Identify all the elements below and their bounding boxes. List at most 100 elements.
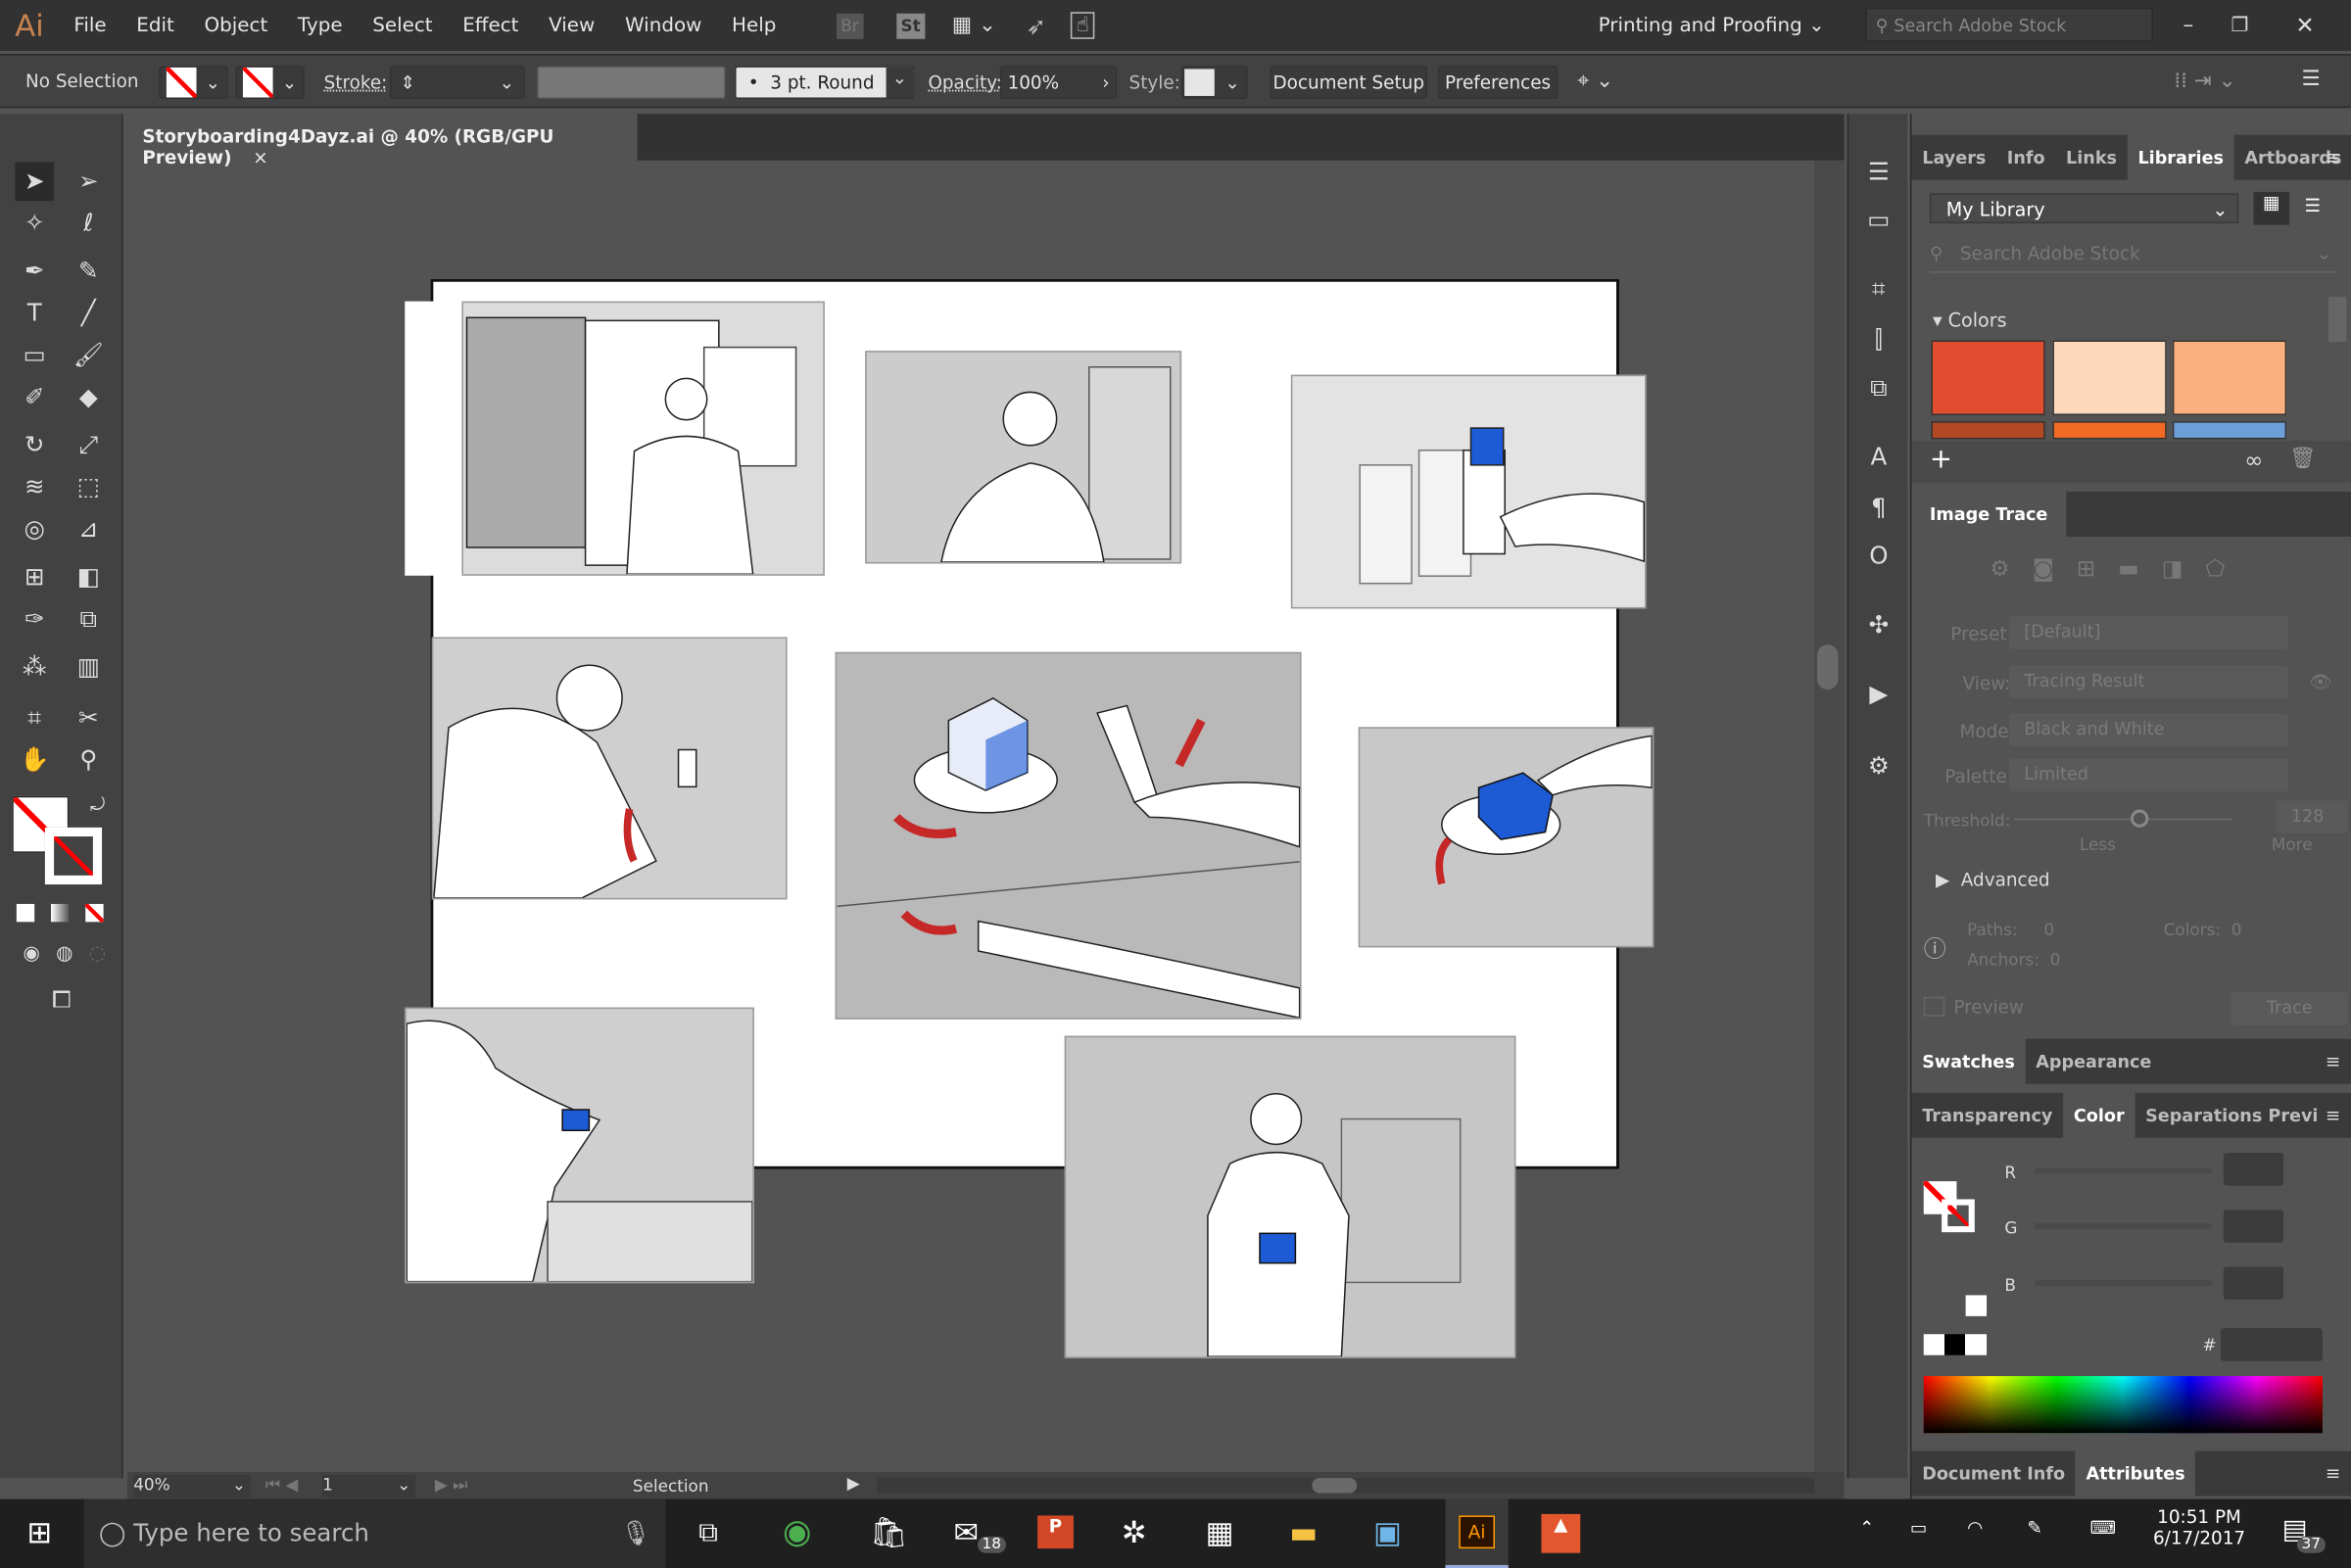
graphic-style-dropdown[interactable]: ⌄ bbox=[1181, 66, 1248, 100]
menu-view[interactable]: View bbox=[534, 15, 610, 37]
zoom-dropdown[interactable]: 40% ⌄ bbox=[133, 1475, 251, 1498]
bridge-button[interactable]: Br bbox=[836, 13, 864, 39]
actions-panel-icon[interactable]: ▶ bbox=[1859, 675, 1898, 714]
none-black-white-swatches[interactable] bbox=[1923, 1334, 1988, 1355]
mail-icon[interactable]: ✉ bbox=[953, 1514, 979, 1550]
library-color-swatch[interactable] bbox=[2052, 340, 2167, 415]
shape-builder-tool-icon[interactable]: ◎ bbox=[15, 509, 54, 548]
app-icon[interactable]: ▲ bbox=[1541, 1513, 1581, 1553]
photos-icon[interactable]: ▣ bbox=[1373, 1514, 1402, 1550]
panel-menu-icon[interactable]: ≡ bbox=[2326, 147, 2340, 167]
library-scrollbar[interactable] bbox=[2328, 297, 2347, 342]
gradient-panel-icon[interactable]: ▭ bbox=[1859, 201, 1898, 240]
g-value-field[interactable] bbox=[2223, 1210, 2284, 1243]
curvature-tool-icon[interactable]: ✎ bbox=[69, 252, 108, 291]
keyboard-icon[interactable]: ⌨ bbox=[2090, 1517, 2117, 1538]
r-slider[interactable] bbox=[2035, 1167, 2212, 1174]
color-spectrum[interactable] bbox=[1923, 1376, 2323, 1434]
tab-color[interactable]: Color bbox=[2063, 1092, 2135, 1138]
scale-tool-icon[interactable]: ⤢ bbox=[69, 426, 108, 465]
slice-tool-icon[interactable]: ✂ bbox=[69, 698, 108, 737]
menu-object[interactable]: Object bbox=[189, 15, 282, 37]
task-view-icon[interactable]: ⧉ bbox=[698, 1517, 718, 1548]
storyboard-panel-3[interactable] bbox=[1290, 374, 1647, 609]
b-value-field[interactable] bbox=[2223, 1266, 2284, 1301]
color-mode-icon[interactable] bbox=[16, 903, 35, 923]
swap-colors-icon[interactable]: ⤾ bbox=[78, 785, 118, 825]
trace-preset-icons[interactable]: ⚙◙⊞▬◨⬠ bbox=[1990, 554, 2247, 582]
library-color-swatch[interactable] bbox=[2172, 340, 2287, 415]
storyboard-panel-2[interactable] bbox=[865, 351, 1182, 564]
tab-layers[interactable]: Layers bbox=[1912, 135, 1997, 180]
windows-start-icon[interactable]: ⊞ bbox=[27, 1514, 53, 1550]
menu-file[interactable]: File bbox=[59, 15, 121, 37]
menu-help[interactable]: Help bbox=[717, 15, 792, 37]
direct-selection-tool-icon[interactable]: ➢ bbox=[69, 162, 108, 201]
screen-mode-icon[interactable]: ⧠ bbox=[42, 980, 81, 1020]
tab-info[interactable]: Info bbox=[1996, 135, 2055, 180]
library-color-swatch[interactable] bbox=[1931, 340, 2045, 415]
trace-button[interactable]: Trace bbox=[2231, 992, 2348, 1025]
preferences-button[interactable]: Preferences bbox=[1437, 66, 1559, 100]
artboards-panel-icon[interactable]: ⌗ bbox=[1859, 270, 1898, 309]
gradient-mode-icon[interactable] bbox=[51, 903, 70, 923]
microphone-icon[interactable]: 🎙 bbox=[620, 1518, 650, 1546]
lasso-tool-icon[interactable]: ℓ bbox=[69, 204, 108, 243]
view-dropdown[interactable]: Tracing Result bbox=[2009, 665, 2288, 699]
vertical-scrollbar[interactable] bbox=[1814, 160, 1845, 1473]
canvas[interactable] bbox=[127, 161, 1834, 1472]
grid-view-button[interactable]: ▦ bbox=[2253, 191, 2290, 225]
advanced-toggle[interactable]: ▶ Advanced bbox=[1936, 870, 2050, 890]
symbol-sprayer-tool-icon[interactable]: ⁂ bbox=[15, 647, 54, 687]
rotate-tool-icon[interactable]: ↻ bbox=[15, 426, 54, 465]
gradient-tool-icon[interactable]: ◧ bbox=[69, 557, 108, 596]
tab-libraries[interactable]: Libraries bbox=[2127, 134, 2234, 180]
draw-inside-icon[interactable]: ◌ bbox=[78, 935, 118, 974]
hex-field[interactable] bbox=[2220, 1328, 2323, 1361]
blend-tool-icon[interactable]: ⧉ bbox=[69, 599, 108, 639]
calendar-icon[interactable]: ▦ bbox=[1206, 1514, 1234, 1550]
palette-dropdown[interactable]: Limited bbox=[2009, 758, 2288, 792]
horizontal-scrollbar[interactable] bbox=[877, 1478, 1815, 1494]
storyboard-panel-8[interactable] bbox=[1064, 1035, 1516, 1358]
illustrator-taskbar-button[interactable]: Ai bbox=[1445, 1498, 1509, 1568]
variable-width-profile[interactable] bbox=[536, 66, 726, 100]
stock-search-input[interactable]: ⚲ Search Adobe Stock bbox=[1865, 7, 2153, 42]
library-color-swatch[interactable] bbox=[1931, 421, 2045, 440]
column-graph-tool-icon[interactable]: ▥ bbox=[69, 647, 108, 687]
threshold-value[interactable]: 128 bbox=[2276, 800, 2348, 834]
scroll-thumb[interactable] bbox=[1817, 644, 1839, 690]
colors-group-header[interactable]: ▾ Colors bbox=[1933, 309, 2007, 331]
stock-button[interactable]: St bbox=[895, 13, 926, 39]
g-slider[interactable] bbox=[2035, 1222, 2212, 1230]
stepper-icon[interactable]: ⇕ bbox=[401, 71, 415, 92]
tab-swatches[interactable]: Swatches bbox=[1911, 1038, 2026, 1084]
file-explorer-icon[interactable]: ▬ bbox=[1289, 1514, 1318, 1550]
menu-type[interactable]: Type bbox=[283, 15, 358, 37]
opacity-field[interactable]: 100% › bbox=[999, 66, 1118, 100]
chrome-icon[interactable]: ◉ bbox=[783, 1514, 811, 1551]
last-artboard-icon[interactable]: ▶ ⏭ bbox=[435, 1475, 467, 1496]
tab-document-info[interactable]: Document Info bbox=[1912, 1451, 2076, 1497]
panel-menu-icon[interactable]: ≡ bbox=[2326, 1463, 2340, 1484]
none-mode-icon[interactable] bbox=[85, 903, 104, 923]
threshold-slider[interactable] bbox=[2013, 809, 2233, 828]
color-stroke-proxy[interactable] bbox=[1942, 1199, 1975, 1233]
symbols-panel-icon[interactable]: ✣ bbox=[1859, 605, 1898, 644]
workspace-switcher[interactable]: Printing and Proofing ⌄ bbox=[1599, 15, 1825, 37]
app-icon[interactable]: ✲ bbox=[1122, 1514, 1147, 1550]
eraser-tool-icon[interactable]: ◆ bbox=[69, 378, 108, 417]
hand-tool-icon[interactable]: ✋ bbox=[15, 740, 54, 780]
menu-select[interactable]: Select bbox=[358, 15, 448, 37]
mode-dropdown[interactable]: Black and White bbox=[2009, 713, 2288, 747]
storyboard-panel-5[interactable] bbox=[835, 651, 1302, 1020]
powerpoint-icon[interactable]: P bbox=[1037, 1515, 1074, 1549]
menu-edit[interactable]: Edit bbox=[121, 15, 189, 37]
fill-color-dropdown[interactable]: ⌄ bbox=[159, 66, 228, 100]
pen-tool-icon[interactable]: ✒ bbox=[15, 252, 54, 291]
stroke-color-dropdown[interactable]: ⌄ bbox=[235, 66, 305, 100]
line-tool-icon[interactable]: ╱ bbox=[69, 294, 108, 333]
artboard-navigation-field[interactable]: 1 ⌄ bbox=[322, 1475, 415, 1498]
library-dropdown[interactable]: My Library ⌄ bbox=[1929, 193, 2239, 224]
show-hidden-icons[interactable]: ⌃ bbox=[1859, 1517, 1874, 1538]
